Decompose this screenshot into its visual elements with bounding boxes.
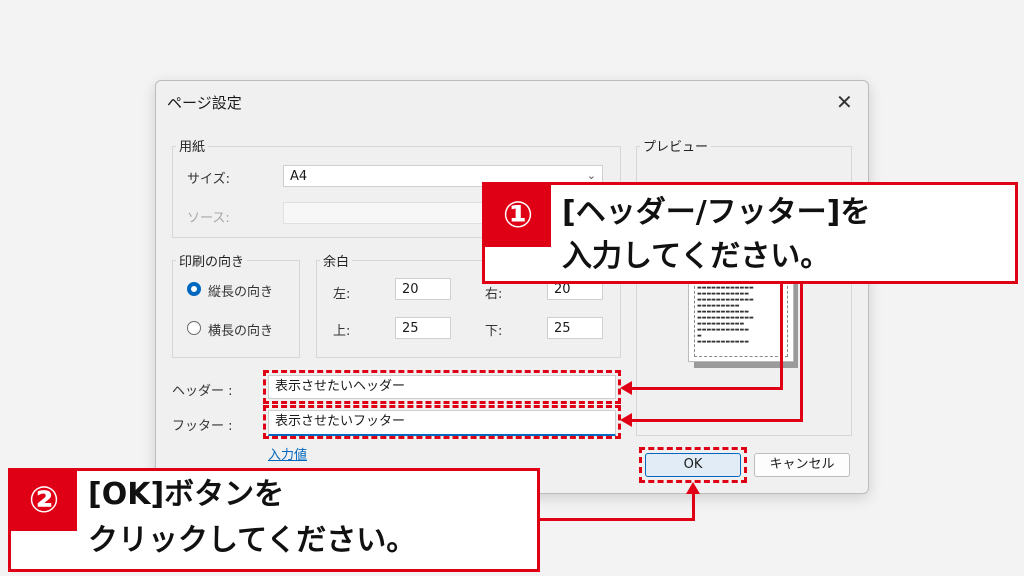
portrait-label: 縦長の向き <box>208 285 274 300</box>
header-highlight <box>263 370 621 404</box>
top-margin-input[interactable]: 25 <box>395 317 451 339</box>
step2-line2: クリックしてください。 <box>88 523 417 558</box>
arrow-left-icon <box>620 381 632 395</box>
cancel-button[interactable]: キャンセル <box>754 453 850 477</box>
landscape-radio[interactable] <box>187 321 201 335</box>
connector-line <box>692 493 695 521</box>
footer-highlight <box>263 405 621 439</box>
arrow-left-icon <box>620 413 632 427</box>
landscape-label: 横長の向き <box>208 324 274 339</box>
dialog-title: ページ設定 <box>167 94 242 112</box>
connector-line <box>540 518 695 521</box>
step1-line2: 入力してください。 <box>562 239 831 274</box>
right-margin-label: 右: <box>485 287 503 302</box>
top-margin-label: 上: <box>333 324 351 339</box>
size-label: サイズ: <box>187 172 230 187</box>
close-icon[interactable]: ✕ <box>836 90 853 114</box>
header-label: ヘッダー : <box>172 384 233 399</box>
connector-line <box>780 284 783 390</box>
orientation-group <box>172 260 300 358</box>
bottom-margin-input[interactable]: 25 <box>547 317 603 339</box>
ok-highlight <box>639 447 747 483</box>
source-label: ソース: <box>187 211 230 226</box>
connector-line <box>630 387 783 390</box>
portrait-radio[interactable] <box>187 282 201 296</box>
left-margin-input[interactable]: 20 <box>395 278 451 300</box>
step1-line1: [ヘッダー/フッター]を <box>562 195 871 230</box>
bottom-margin-label: 下: <box>485 324 503 339</box>
footer-label: フッター : <box>172 419 233 434</box>
preview-margin-guide <box>694 281 788 357</box>
connector-line <box>630 419 803 422</box>
paper-group-label: 用紙 <box>176 136 209 155</box>
step2-line1: [OK]ボタンを <box>88 477 285 512</box>
left-margin-label: 左: <box>333 287 351 302</box>
margins-group-label: 余白 <box>320 251 353 270</box>
input-values-link[interactable]: 入力値 <box>268 444 307 463</box>
step2-badge: ② <box>11 471 77 531</box>
step1-badge: ① <box>485 185 551 247</box>
connector-line <box>800 284 803 422</box>
size-value: A4 <box>290 169 308 184</box>
arrow-up-icon <box>686 482 700 494</box>
preview-group-label: プレビュー <box>640 136 712 155</box>
orientation-group-label: 印刷の向き <box>176 251 248 270</box>
